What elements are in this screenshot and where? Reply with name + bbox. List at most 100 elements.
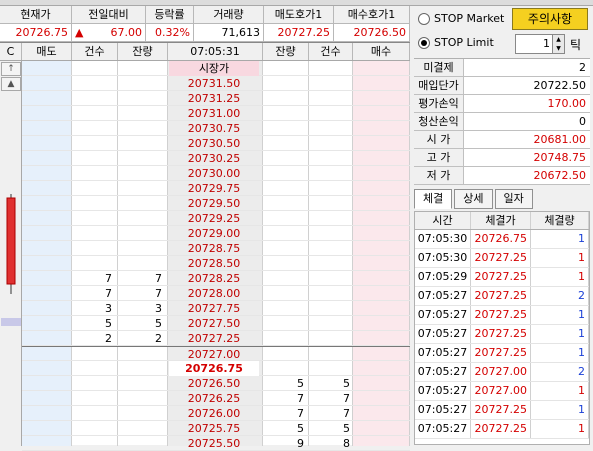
ask-qty	[118, 347, 166, 362]
stop-limit-radio[interactable]	[418, 37, 430, 49]
ask-count	[72, 211, 116, 226]
trade-row: 07:05:27 20727.00 2	[415, 363, 589, 382]
up-arrow-icon: ▲	[75, 26, 84, 39]
ask-qty: 7	[155, 287, 162, 300]
trade-price: 20727.25	[471, 306, 531, 324]
book-row[interactable]: 20730.00	[22, 166, 410, 181]
ask-price: 20729.50	[187, 197, 241, 210]
ask-price: 20727.75	[187, 302, 241, 315]
book-row[interactable]: 20729.75	[22, 181, 410, 196]
book-row[interactable]: 20731.25	[22, 91, 410, 106]
tick-value: 1	[543, 37, 550, 50]
change-value: 67.00	[110, 26, 143, 39]
ask-price: 20728.25	[187, 272, 241, 285]
col-buy[interactable]: 매수	[353, 43, 410, 60]
book-row[interactable]: 20731.00	[22, 106, 410, 121]
trade-qty: 2	[531, 363, 589, 381]
ask-price: 20731.25	[187, 92, 241, 105]
trade-col-qty: 체결량	[531, 212, 589, 229]
book-row[interactable]: 20726.75	[22, 361, 410, 376]
ask-count: 7	[105, 287, 112, 300]
center-button[interactable]: ▲	[1, 77, 21, 91]
book-row[interactable]: 20729.50	[22, 196, 410, 211]
book-row[interactable]: 20730.50	[22, 136, 410, 151]
book-row[interactable]: 20727.00	[22, 346, 410, 361]
trade-price: 20727.00	[471, 382, 531, 400]
ask-count	[72, 196, 116, 211]
book-row[interactable]: 20728.75	[22, 241, 410, 256]
warning-button[interactable]: 주의사항	[512, 8, 588, 30]
tick-spinner[interactable]: 1 ▲ ▼	[515, 34, 565, 54]
quote-header: 현재가 전일대비 등락률 거래량 매도호가1 매수호가1 20726.75 ▲ …	[0, 6, 410, 42]
book-row[interactable]: 20726.50 5 5	[22, 376, 410, 391]
ask-qty	[118, 106, 166, 121]
trade-time: 07:05:27	[415, 325, 471, 343]
trade-list: 시간 체결가 체결량 07:05:30 20726.75 1 07:05:30 2072…	[414, 211, 590, 445]
ask-qty	[118, 181, 166, 196]
book-row[interactable]: 20728.50	[22, 256, 410, 271]
book-row[interactable]: 20728.00 7 7	[22, 286, 410, 301]
trade-price: 20727.25	[471, 420, 531, 438]
bid-count: 5	[343, 377, 350, 390]
bid-price: 20725.75	[187, 422, 241, 435]
ask-price: 20729.75	[187, 182, 241, 195]
ask-qty	[118, 151, 166, 166]
clear-button[interactable]: C	[0, 43, 22, 60]
tab-trades[interactable]: 체결	[414, 189, 453, 209]
trade-row: 07:05:27 20727.25 1	[415, 401, 589, 420]
info-realized-pl: 청산손익 0	[414, 113, 590, 131]
book-row[interactable]: 20730.75	[22, 121, 410, 136]
ask-price: 20728.00	[187, 287, 241, 300]
book-row[interactable]: 20728.25 7 7	[22, 271, 410, 286]
trade-row: 07:05:27 20727.25 1	[415, 420, 589, 439]
bid-count: 5	[343, 422, 350, 435]
book-row[interactable]: 20727.50 5 5	[22, 316, 410, 331]
spin-down-icon[interactable]: ▼	[552, 44, 564, 53]
ask-qty	[118, 166, 166, 181]
tab-detail[interactable]: 상세	[454, 189, 493, 209]
info-avg-price: 매입단가 20722.50	[414, 77, 590, 95]
trade-price: 20727.25	[471, 401, 531, 419]
trade-time: 07:05:27	[415, 401, 471, 419]
book-row[interactable]: 20725.75 5 5	[22, 421, 410, 436]
change-cell: ▲ 67.00	[72, 24, 146, 42]
book-row[interactable]: 20727.75 3 3	[22, 301, 410, 316]
book-row[interactable]: 20726.25 7 7	[22, 391, 410, 406]
ask-count	[72, 226, 116, 241]
ask-count	[72, 241, 116, 256]
label-bid1: 매수호가1	[334, 6, 410, 24]
book-row[interactable]: 20726.00 7 7	[22, 406, 410, 421]
trade-price: 20727.25	[471, 325, 531, 343]
col-count-right: 건수	[309, 43, 353, 60]
ask-qty: 3	[155, 302, 162, 315]
trade-time: 07:05:27	[415, 344, 471, 362]
label-volume: 거래량	[194, 6, 264, 24]
book-side-toolbar: ↑ ▲	[0, 61, 22, 446]
ask-qty	[118, 241, 166, 256]
book-row[interactable]: 20727.25 2 2	[22, 331, 410, 346]
book-row[interactable]: 20729.25	[22, 211, 410, 226]
trade-price: 20727.25	[471, 344, 531, 362]
ask-price: 20731.50	[187, 77, 241, 90]
tab-daily[interactable]: 일자	[494, 189, 533, 209]
book-row[interactable]: 20725.50 9 8	[22, 436, 410, 451]
trade-price: 20727.25	[471, 249, 531, 267]
trade-qty: 1	[531, 268, 589, 286]
spin-up-icon[interactable]: ▲	[552, 35, 564, 44]
col-sell[interactable]: 매도	[22, 43, 72, 60]
ask-price: 20729.00	[187, 227, 241, 240]
ask-count	[72, 76, 116, 91]
market-price-label: 시장가	[169, 61, 259, 76]
ask-price: 20729.25	[187, 212, 241, 225]
info-low: 저 가 20672.50	[414, 167, 590, 185]
book-row[interactable]: 20729.00	[22, 226, 410, 241]
ask-price: 20730.50	[187, 137, 241, 150]
scroll-up-button[interactable]: ↑	[1, 62, 21, 76]
book-row[interactable]: 20730.25	[22, 151, 410, 166]
stop-market-radio[interactable]	[418, 13, 430, 25]
trade-col-time: 시간	[415, 212, 471, 229]
ask-count	[72, 166, 116, 181]
book-row[interactable]: 시장가	[22, 61, 410, 76]
trade-row: 07:05:29 20727.25 1	[415, 268, 589, 287]
book-row[interactable]: 20731.50	[22, 76, 410, 91]
